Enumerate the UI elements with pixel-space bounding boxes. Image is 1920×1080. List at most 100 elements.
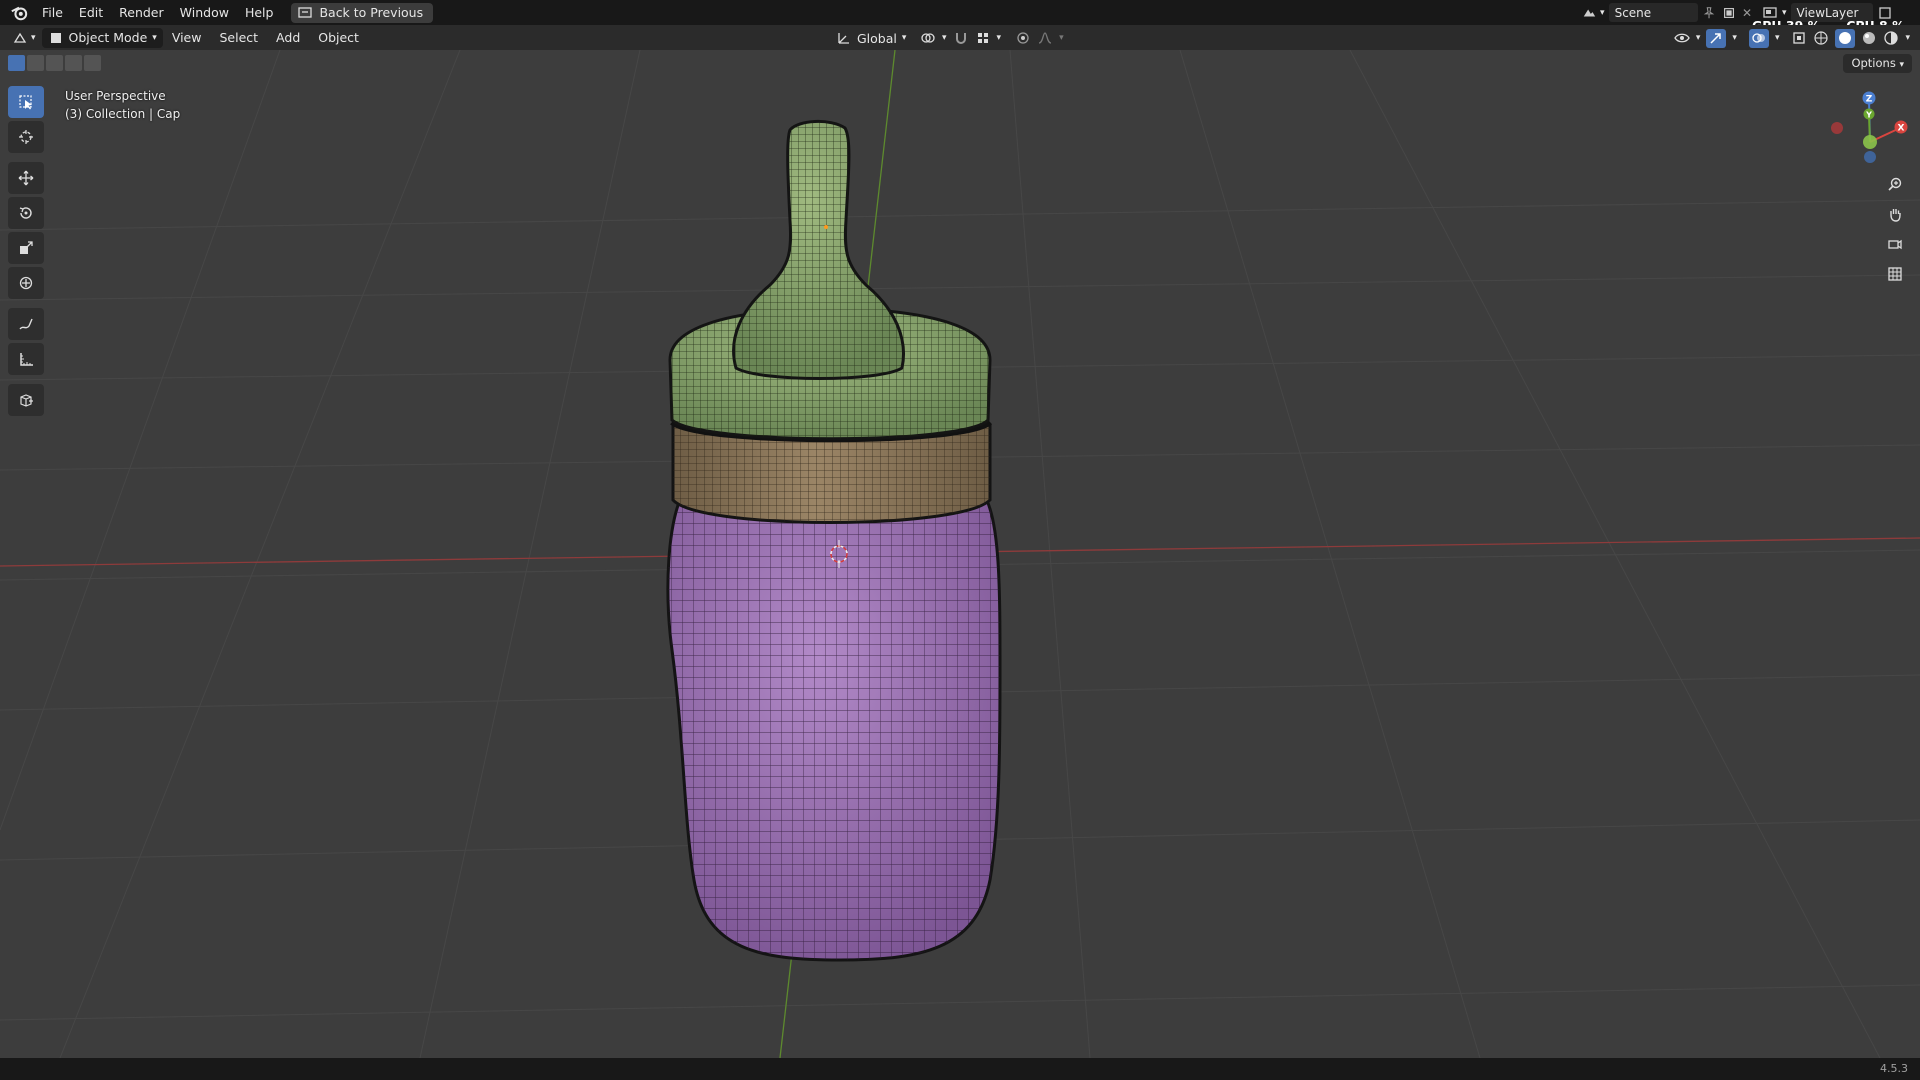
new-scene-icon[interactable] [1722, 5, 1736, 21]
overlays-toggle[interactable] [1748, 28, 1769, 48]
menu-help[interactable]: Help [237, 0, 282, 25]
camera-icon [1888, 239, 1902, 250]
object-mode-label: Object Mode [68, 30, 148, 45]
collection-info: (3) Collection | Cap [65, 107, 181, 121]
orientation-label: Global [857, 30, 897, 46]
chevron-down-icon: ▾ [31, 32, 36, 43]
select-box-icon [19, 95, 32, 110]
measure-tool[interactable] [8, 343, 44, 375]
hand-icon [1890, 209, 1901, 222]
chevron-down-icon: ▾ [901, 33, 907, 43]
zoom-icon [1888, 177, 1902, 191]
rotate-tool[interactable] [8, 197, 44, 229]
blender-logo-icon[interactable] [10, 4, 28, 22]
visibility-eye-icon[interactable] [1674, 30, 1690, 46]
menu-window[interactable]: Window [172, 0, 237, 25]
gizmo-x-label: X [1898, 124, 1905, 134]
annotate-icon [19, 318, 33, 330]
scene-name: Scene [1614, 5, 1652, 20]
bottle-body-mesh[interactable] [666, 493, 1002, 962]
pan-button[interactable] [1882, 201, 1908, 227]
gizmo-z-label: Z [1866, 95, 1873, 105]
snap-grid-icon[interactable] [975, 30, 991, 46]
scale-tool[interactable] [8, 232, 44, 264]
gizmo-neg-z-axis[interactable] [1864, 151, 1876, 163]
snap-magnet-icon[interactable] [953, 30, 969, 46]
object-mode-select[interactable]: Object Mode ▾ [41, 27, 163, 48]
chevron-down-icon: ▾ [1732, 33, 1737, 43]
proportional-editing-icon[interactable] [1015, 30, 1031, 46]
scene-name-field[interactable]: Scene [1608, 3, 1698, 22]
3d-viewport[interactable] [0, 50, 1920, 1058]
back-to-previous-button[interactable]: Back to Previous [291, 2, 434, 23]
pin-icon[interactable] [1702, 5, 1716, 21]
gizmo-y-label: Y [1865, 111, 1872, 120]
chevron-down-icon: ▾ [1774, 33, 1780, 43]
snap-pivot-controls: ▾ ▾ ▾ [920, 28, 1064, 48]
zoom-button[interactable] [1882, 171, 1908, 197]
cursor-tool[interactable] [8, 121, 44, 153]
back-to-previous-label: Back to Previous [319, 5, 424, 20]
viewport-header: ▾ Object Mode ▾ View Select Add Object G… [0, 25, 1920, 50]
rendered-shading-icon[interactable] [1883, 30, 1899, 46]
editor-type-selector[interactable]: ▾ [12, 30, 36, 46]
viewport-navigation-tools [1882, 171, 1912, 291]
wireframe-shading-icon[interactable] [1813, 30, 1829, 46]
chevron-down-icon: ▾ [152, 32, 157, 43]
material-shading-icon[interactable] [1861, 30, 1877, 46]
chevron-down-icon: ▾ [1059, 33, 1064, 43]
gizmo-arrow-icon [1710, 33, 1722, 44]
select-box-tool[interactable] [8, 86, 44, 118]
rotate-icon [19, 207, 32, 219]
tool-shelf [8, 86, 46, 419]
add-cube-tool[interactable] [8, 384, 44, 416]
menu-render[interactable]: Render [111, 0, 172, 25]
chevron-down-icon: ▾ [1905, 33, 1910, 43]
gizmo-neg-y-axis[interactable] [1863, 135, 1877, 149]
viewport-info-overlay: User Perspective (3) Collection | Cap [65, 87, 180, 123]
menu-edit[interactable]: Edit [71, 0, 111, 25]
object-mode-icon [50, 32, 61, 43]
scene-selector[interactable]: ▾ Scene ✕ [1582, 2, 1752, 23]
bottle-nipple-mesh[interactable] [732, 120, 905, 380]
chevron-down-icon: ▾ [1695, 33, 1701, 43]
gizmo-toggle[interactable] [1706, 28, 1727, 48]
camera-view-button[interactable] [1882, 231, 1908, 257]
add-cube-icon [20, 394, 33, 407]
transform-orientation-select[interactable]: Global ▾ [836, 28, 906, 48]
menu-object[interactable]: Object [309, 25, 368, 50]
view-name: User Perspective [65, 89, 166, 103]
menu-view[interactable]: View [163, 25, 211, 50]
move-icon [18, 170, 34, 186]
transform-tool[interactable] [8, 267, 44, 299]
status-bar: 4.5.3 [0, 1058, 1920, 1080]
grid-perspective-icon [1888, 267, 1902, 281]
xray-toggle-icon[interactable] [1791, 30, 1807, 46]
viewport-display-controls: ▾ ▾ ▾ ▾ [1674, 28, 1910, 48]
pivot-point-icon[interactable] [920, 30, 936, 46]
chevron-down-icon: ▾ [942, 33, 947, 43]
transform-icon [19, 276, 33, 290]
top-bar: File Edit Render Window Help Back to Pre… [0, 0, 1920, 33]
falloff-curve-icon[interactable] [1037, 30, 1053, 46]
scene-icon [1583, 8, 1596, 17]
navigation-gizmo[interactable]: Z Y X [1820, 86, 1920, 166]
perspective-toggle-button[interactable] [1882, 261, 1908, 287]
menu-file[interactable]: File [34, 0, 71, 25]
version-label: 4.5.3 [1880, 1062, 1908, 1075]
chevron-down-icon: ▾ [1782, 7, 1787, 18]
viewport-editor-icon [13, 32, 27, 43]
orientation-axes-icon [838, 33, 849, 44]
close-scene-icon[interactable]: ✕ [1742, 6, 1752, 20]
scale-icon [20, 241, 33, 254]
annotate-tool[interactable] [8, 308, 44, 340]
menu-add[interactable]: Add [267, 25, 309, 50]
overlays-icon [1752, 33, 1765, 43]
solid-shading-button[interactable] [1835, 28, 1856, 48]
measure-icon [20, 353, 33, 366]
cursor-icon [19, 130, 33, 144]
move-tool[interactable] [8, 162, 44, 194]
gizmo-neg-x-axis[interactable] [1831, 122, 1843, 134]
solid-shading-icon [1839, 32, 1852, 44]
menu-select[interactable]: Select [210, 25, 267, 50]
